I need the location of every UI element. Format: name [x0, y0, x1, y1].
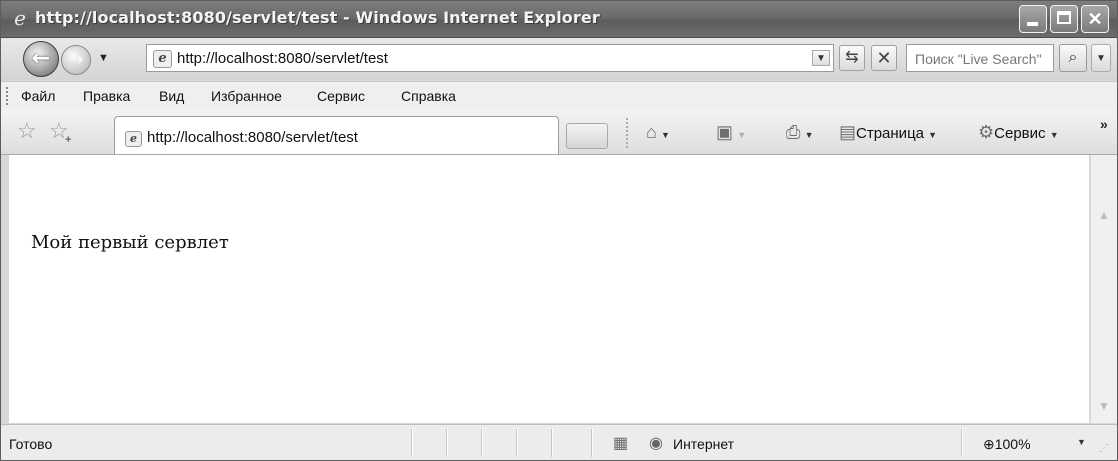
home-button[interactable]: ⌂ ▼	[646, 122, 670, 143]
status-pane-divider	[411, 429, 412, 457]
status-pane-divider	[516, 429, 517, 457]
home-icon: ⌂	[646, 122, 657, 142]
refresh-button[interactable]: ⇆	[839, 45, 865, 71]
scroll-down-button[interactable]: ▼	[1094, 396, 1114, 416]
favorites-center-button[interactable]: ☆	[17, 118, 37, 144]
back-button[interactable]: ←	[23, 41, 59, 77]
search-box[interactable]: Поиск "Live Search"	[906, 44, 1054, 72]
zoom-level-button[interactable]: ⊕100%	[983, 436, 1031, 453]
menu-bar: Файл Правка Вид Избранное Сервис Справка	[1, 81, 1117, 111]
search-options-dropdown[interactable]: ▼	[1091, 44, 1111, 72]
tab-favicon-icon: e	[125, 131, 142, 147]
rss-feed-icon: ▣	[716, 122, 734, 142]
address-bar[interactable]: e http://localhost:8080/servlet/test ▼	[146, 44, 834, 72]
protected-mode-icon[interactable]: ▦	[613, 433, 628, 453]
new-tab-button[interactable]	[566, 123, 608, 149]
page-body-text: Мой первый сервлет	[31, 232, 229, 253]
menu-view[interactable]: Вид	[159, 88, 184, 104]
zoom-dropdown-button[interactable]: ▼	[1077, 437, 1086, 447]
favorites-star-icon: ☆	[17, 118, 37, 143]
maximize-icon	[1057, 11, 1071, 24]
print-icon: ⎙	[786, 122, 801, 142]
scroll-up-button[interactable]: ▲	[1094, 205, 1114, 225]
forward-arrow-icon: →	[68, 49, 84, 70]
minimize-icon	[1027, 22, 1038, 26]
close-icon: ✕	[1087, 9, 1103, 29]
tab-active[interactable]: e http://localhost:8080/servlet/test	[114, 116, 559, 154]
status-pane-divider	[961, 429, 962, 457]
search-icon: ⌕	[1068, 49, 1078, 66]
navigation-bar: ← → ▼ e http://localhost:8080/servlet/te…	[1, 38, 1117, 80]
tools-menu-label: Сервис	[994, 125, 1046, 142]
resize-grip[interactable]: ⋰	[1099, 443, 1109, 454]
add-plus-icon: +	[65, 134, 72, 146]
menu-favorites[interactable]: Избранное	[211, 88, 282, 104]
toolbar-overflow-chevron[interactable]: »	[1100, 116, 1108, 132]
status-pane-divider	[591, 429, 592, 457]
tools-dropdown-icon: ▼	[1049, 130, 1059, 140]
globe-icon: ◉	[649, 435, 663, 452]
menu-tools[interactable]: Сервис	[317, 88, 365, 104]
gear-icon: ⚙	[978, 122, 995, 142]
maximize-button[interactable]	[1050, 5, 1078, 33]
vertical-scrollbar[interactable]: ▲ ▼	[1090, 155, 1117, 423]
status-bar: Готово ▦ ◉ Интернет ⊕100% ▼ ⋰	[1, 424, 1117, 460]
forward-button[interactable]: →	[61, 45, 91, 75]
feeds-button[interactable]: ▣ ▼	[716, 122, 746, 143]
page-menu-button[interactable]: ▤Страница ▼	[839, 122, 937, 143]
stop-icon: ✕	[876, 48, 892, 68]
zoom-level: 100%	[994, 436, 1031, 452]
stop-button[interactable]: ✕	[871, 45, 897, 71]
search-button[interactable]: ⌕	[1059, 44, 1087, 72]
page-menu-label: Страница	[856, 125, 924, 142]
toolbar-separator	[626, 118, 628, 148]
zoom-icon: ⊕	[983, 436, 995, 452]
status-pane-divider	[551, 429, 552, 457]
home-dropdown-icon[interactable]: ▼	[661, 130, 670, 140]
search-input[interactable]: Поиск "Live Search"	[915, 51, 1042, 67]
print-dropdown-icon[interactable]: ▼	[805, 130, 814, 140]
page-icon: ▤	[839, 122, 857, 142]
menu-help[interactable]: Справка	[401, 88, 456, 104]
print-button[interactable]: ⎙ ▼	[786, 122, 814, 143]
refresh-icon: ⇆	[845, 49, 859, 66]
tab-title: http://localhost:8080/servlet/test	[147, 129, 358, 146]
security-zone-label[interactable]: Интернет	[673, 436, 734, 452]
page-favicon-icon: e	[153, 50, 172, 68]
command-bar: ☆ ☆ + e http://localhost:8080/servlet/te…	[1, 110, 1117, 155]
toolbar-grip[interactable]	[6, 87, 11, 105]
address-dropdown-button[interactable]: ▼	[812, 50, 830, 66]
history-dropdown-button[interactable]: ▼	[98, 52, 109, 64]
menu-edit[interactable]: Правка	[83, 88, 130, 104]
status-pane-divider	[446, 429, 447, 457]
page-content: Мой первый сервлет	[9, 155, 1089, 423]
close-button[interactable]: ✕	[1081, 5, 1109, 33]
status-text: Готово	[9, 436, 53, 452]
minimize-button[interactable]	[1019, 5, 1047, 33]
menu-file[interactable]: Файл	[21, 88, 55, 104]
feeds-dropdown-icon[interactable]: ▼	[737, 130, 746, 140]
status-pane-divider	[481, 429, 482, 457]
back-arrow-icon: ←	[31, 46, 51, 71]
title-bar[interactable]: e http://localhost:8080/servlet/test - W…	[1, 1, 1117, 38]
tools-menu-button[interactable]: ⚙Сервис ▼	[978, 122, 1059, 143]
ie-logo-icon: e	[14, 6, 26, 30]
page-dropdown-icon: ▼	[928, 130, 938, 140]
browser-window: e http://localhost:8080/servlet/test - W…	[0, 0, 1118, 461]
window-title: http://localhost:8080/servlet/test - Win…	[35, 8, 600, 27]
address-input[interactable]: http://localhost:8080/servlet/test	[177, 50, 388, 67]
